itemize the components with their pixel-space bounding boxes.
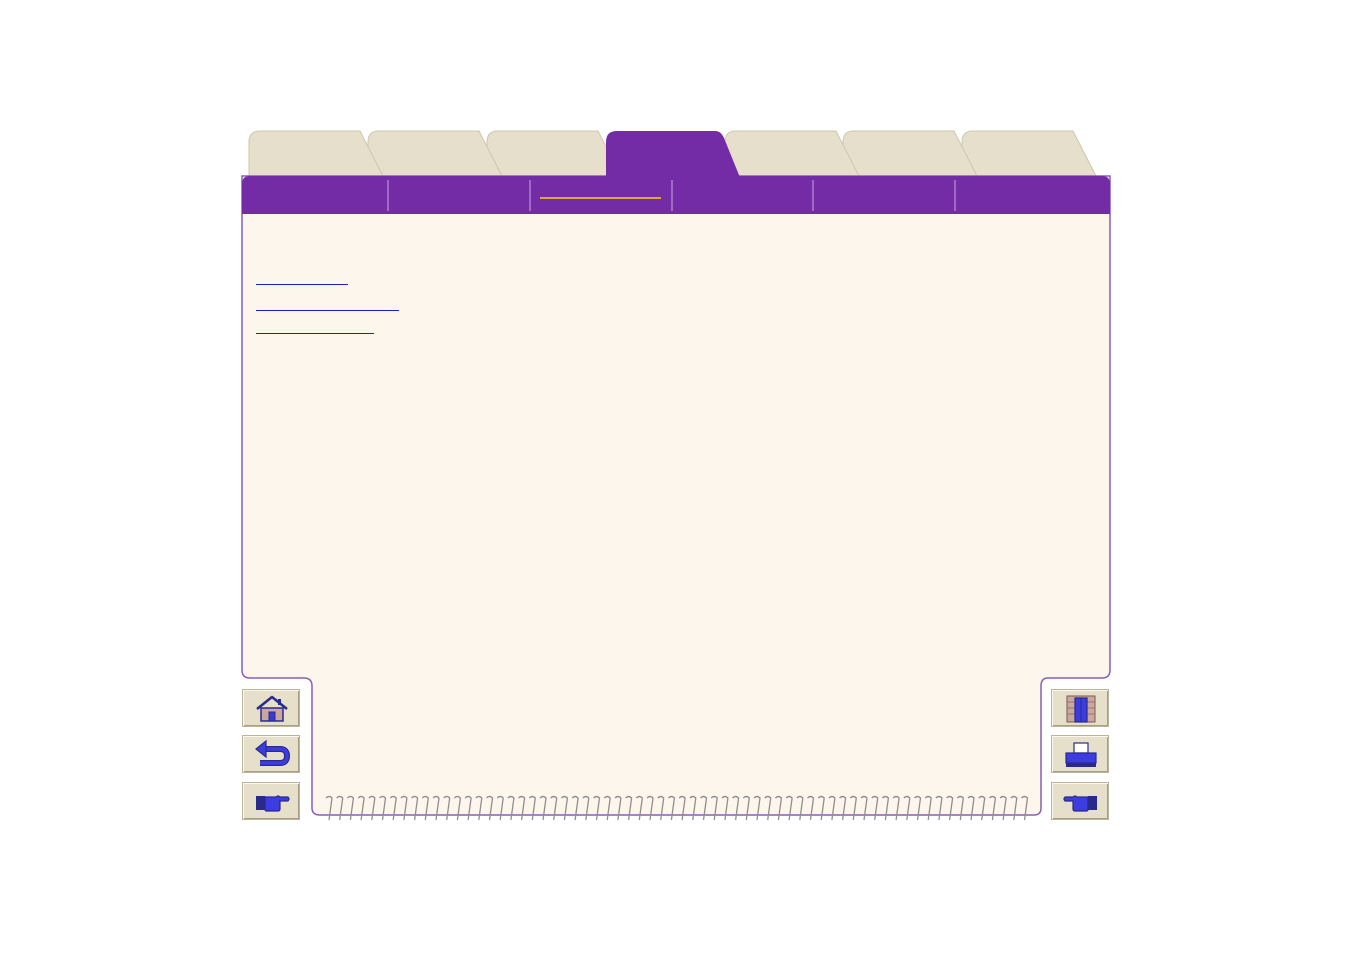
tab-6[interactable] [843, 132, 973, 174]
subtab-2[interactable] [390, 180, 528, 213]
pointing-hand-left-icon [1063, 795, 1097, 812]
print-button[interactable] [1051, 735, 1109, 773]
selected-subtab-underline [540, 197, 661, 199]
back-arrow-icon [255, 740, 290, 766]
content-link-2[interactable] [256, 294, 399, 311]
subtab-4[interactable] [674, 180, 811, 213]
home-icon [256, 695, 288, 722]
subtab-6[interactable] [957, 180, 1105, 213]
content-link-1[interactable] [256, 268, 348, 285]
tab-2[interactable] [368, 132, 498, 174]
printer-icon [1065, 742, 1097, 767]
notebook-window [0, 0, 1351, 954]
tab-3[interactable] [487, 132, 617, 174]
tab-1[interactable] [249, 132, 379, 174]
back-button[interactable] [242, 735, 300, 773]
subtab-1[interactable] [248, 180, 386, 213]
home-button[interactable] [242, 689, 300, 727]
exit-door-icon [1066, 695, 1096, 723]
tab-4-active[interactable] [606, 132, 736, 174]
page-body [241, 175, 1111, 816]
forward-button[interactable] [242, 782, 300, 820]
tab-7[interactable] [962, 132, 1092, 174]
exit-button[interactable] [1051, 689, 1109, 727]
pointing-hand-right-icon [256, 795, 290, 812]
subtab-5[interactable] [815, 180, 953, 213]
previous-button[interactable] [1051, 782, 1109, 820]
tab-5[interactable] [725, 132, 855, 174]
content-link-3[interactable] [256, 317, 374, 334]
